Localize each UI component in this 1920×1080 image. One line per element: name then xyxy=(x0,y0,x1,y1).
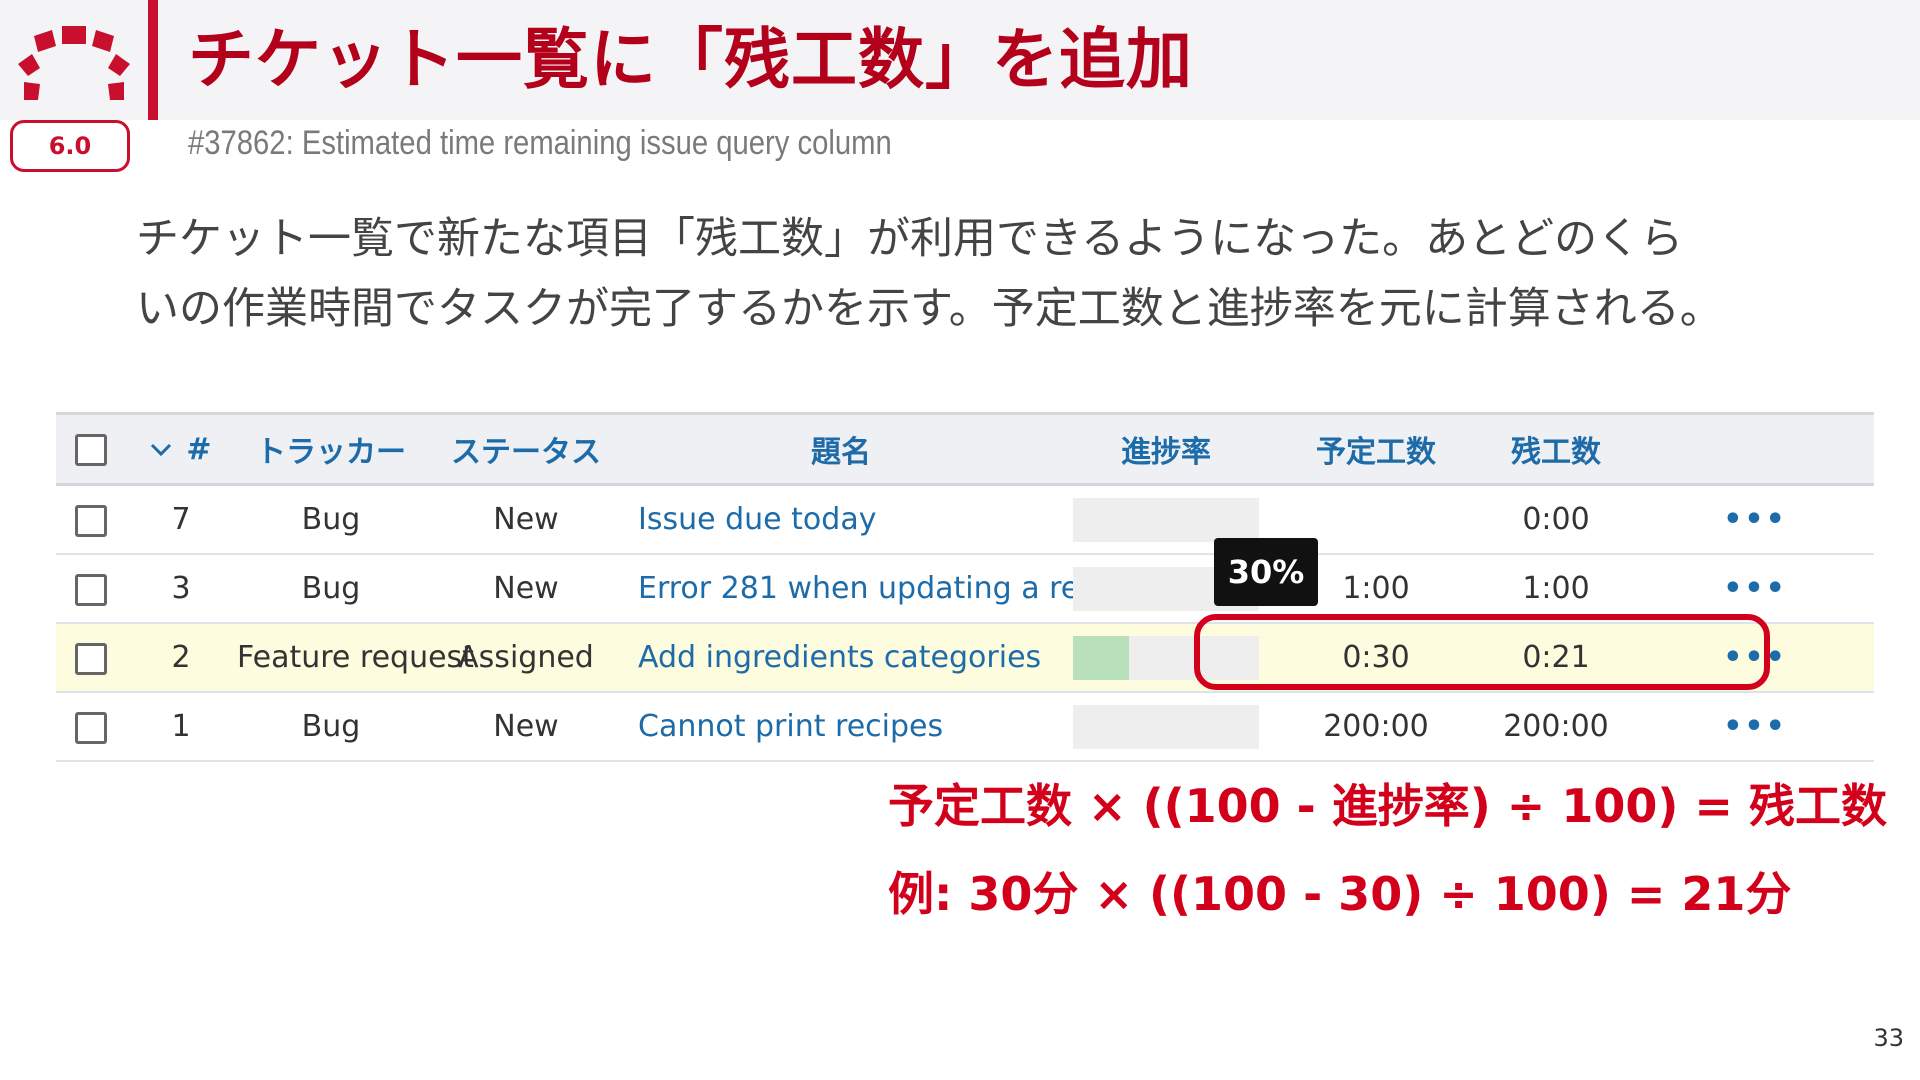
remaining-cell: 200:00 xyxy=(1476,692,1636,762)
issue-id-link[interactable]: 1 xyxy=(126,692,236,762)
highlight-annotation-box xyxy=(1194,614,1770,690)
progress-tooltip: 30% xyxy=(1214,538,1318,606)
title-accent-bar xyxy=(148,0,158,120)
column-header-status[interactable]: ステータス xyxy=(426,412,626,486)
redmine-logo-icon xyxy=(18,26,130,100)
column-header-id[interactable]: # xyxy=(126,412,236,486)
status-cell: New xyxy=(426,484,626,555)
remaining-cell: 0:00 xyxy=(1476,484,1636,555)
column-header-estimated[interactable]: 予定工数 xyxy=(1276,412,1476,486)
select-all-checkbox[interactable] xyxy=(75,434,107,466)
column-header-subject[interactable]: 題名 xyxy=(626,412,1056,486)
column-header-remaining[interactable]: 残工数 xyxy=(1476,412,1636,486)
progress-bar xyxy=(1073,497,1259,542)
version-badge: 6.0 xyxy=(10,120,130,172)
more-actions-icon[interactable]: ••• xyxy=(1723,571,1787,606)
slide-description: チケット一覧で新たな項目「残工数」が利用できるようになった。あとどのくら いの作… xyxy=(136,204,1856,344)
issue-id-link[interactable]: 3 xyxy=(126,554,236,624)
column-header-actions xyxy=(1636,412,1874,486)
row-checkbox[interactable] xyxy=(75,642,107,675)
issue-list-table: # トラッカー ステータス 題名 進捗率 予定工数 残工数 7 Bug New … xyxy=(56,412,1874,762)
more-actions-icon[interactable]: ••• xyxy=(1723,709,1787,744)
tracker-cell: Bug xyxy=(236,484,426,555)
status-cell: New xyxy=(426,692,626,762)
issue-id-link[interactable]: 2 xyxy=(126,623,236,693)
select-all-cell xyxy=(56,412,126,486)
column-header-tracker[interactable]: トラッカー xyxy=(236,412,426,486)
tracker-cell: Bug xyxy=(236,554,426,624)
slide-subtitle: #37862: Estimated time remaining issue q… xyxy=(188,124,892,162)
chevron-down-icon[interactable] xyxy=(150,443,172,457)
row-checkbox[interactable] xyxy=(75,711,107,744)
tracker-cell: Bug xyxy=(236,692,426,762)
status-cell: New xyxy=(426,554,626,624)
description-line-2: いの作業時間でタスクが完了するかを示す。予定工数と進捗率を元に計算される。 xyxy=(136,284,1723,334)
page-number: 33 xyxy=(1873,1024,1904,1052)
progress-fill xyxy=(1073,635,1129,680)
example-text: 例: 30分 × ((100 - 30) ÷ 100) = 21分 xyxy=(888,867,1792,921)
issue-subject-link[interactable]: Cannot print recipes xyxy=(626,692,1056,762)
formula-text: 予定工数 × ((100 - 進捗率) ÷ 100) = 残工数 xyxy=(888,779,1887,833)
table-header-row: # トラッカー ステータス 題名 進捗率 予定工数 残工数 xyxy=(56,412,1874,486)
issue-subject-link[interactable]: Error 281 when updating a recipe xyxy=(626,554,1142,624)
issue-subject-link[interactable]: Add ingredients categories xyxy=(626,623,1056,693)
progress-bar xyxy=(1073,704,1259,749)
table-row: 3 Bug New Error 281 when updating a reci… xyxy=(56,554,1874,624)
remaining-cell: 1:00 xyxy=(1476,554,1636,624)
issue-subject-link[interactable]: Issue due today xyxy=(626,484,1056,555)
column-header-done-ratio[interactable]: 進捗率 xyxy=(1056,412,1276,486)
tracker-cell: Feature request xyxy=(236,623,474,693)
row-checkbox[interactable] xyxy=(75,504,107,537)
table-row: 1 Bug New Cannot print recipes 200:00 20… xyxy=(56,692,1874,762)
slide-title: チケット一覧に「残工数」を追加 xyxy=(188,21,1193,98)
issue-id-link[interactable]: 7 xyxy=(126,484,236,555)
row-checkbox[interactable] xyxy=(75,573,107,606)
table-row: 7 Bug New Issue due today 0:00 ••• xyxy=(56,484,1874,555)
estimated-cell: 200:00 xyxy=(1276,692,1476,762)
description-line-1: チケット一覧で新たな項目「残工数」が利用できるようになった。あとどのくら xyxy=(136,214,1684,264)
more-actions-icon[interactable]: ••• xyxy=(1723,502,1787,537)
